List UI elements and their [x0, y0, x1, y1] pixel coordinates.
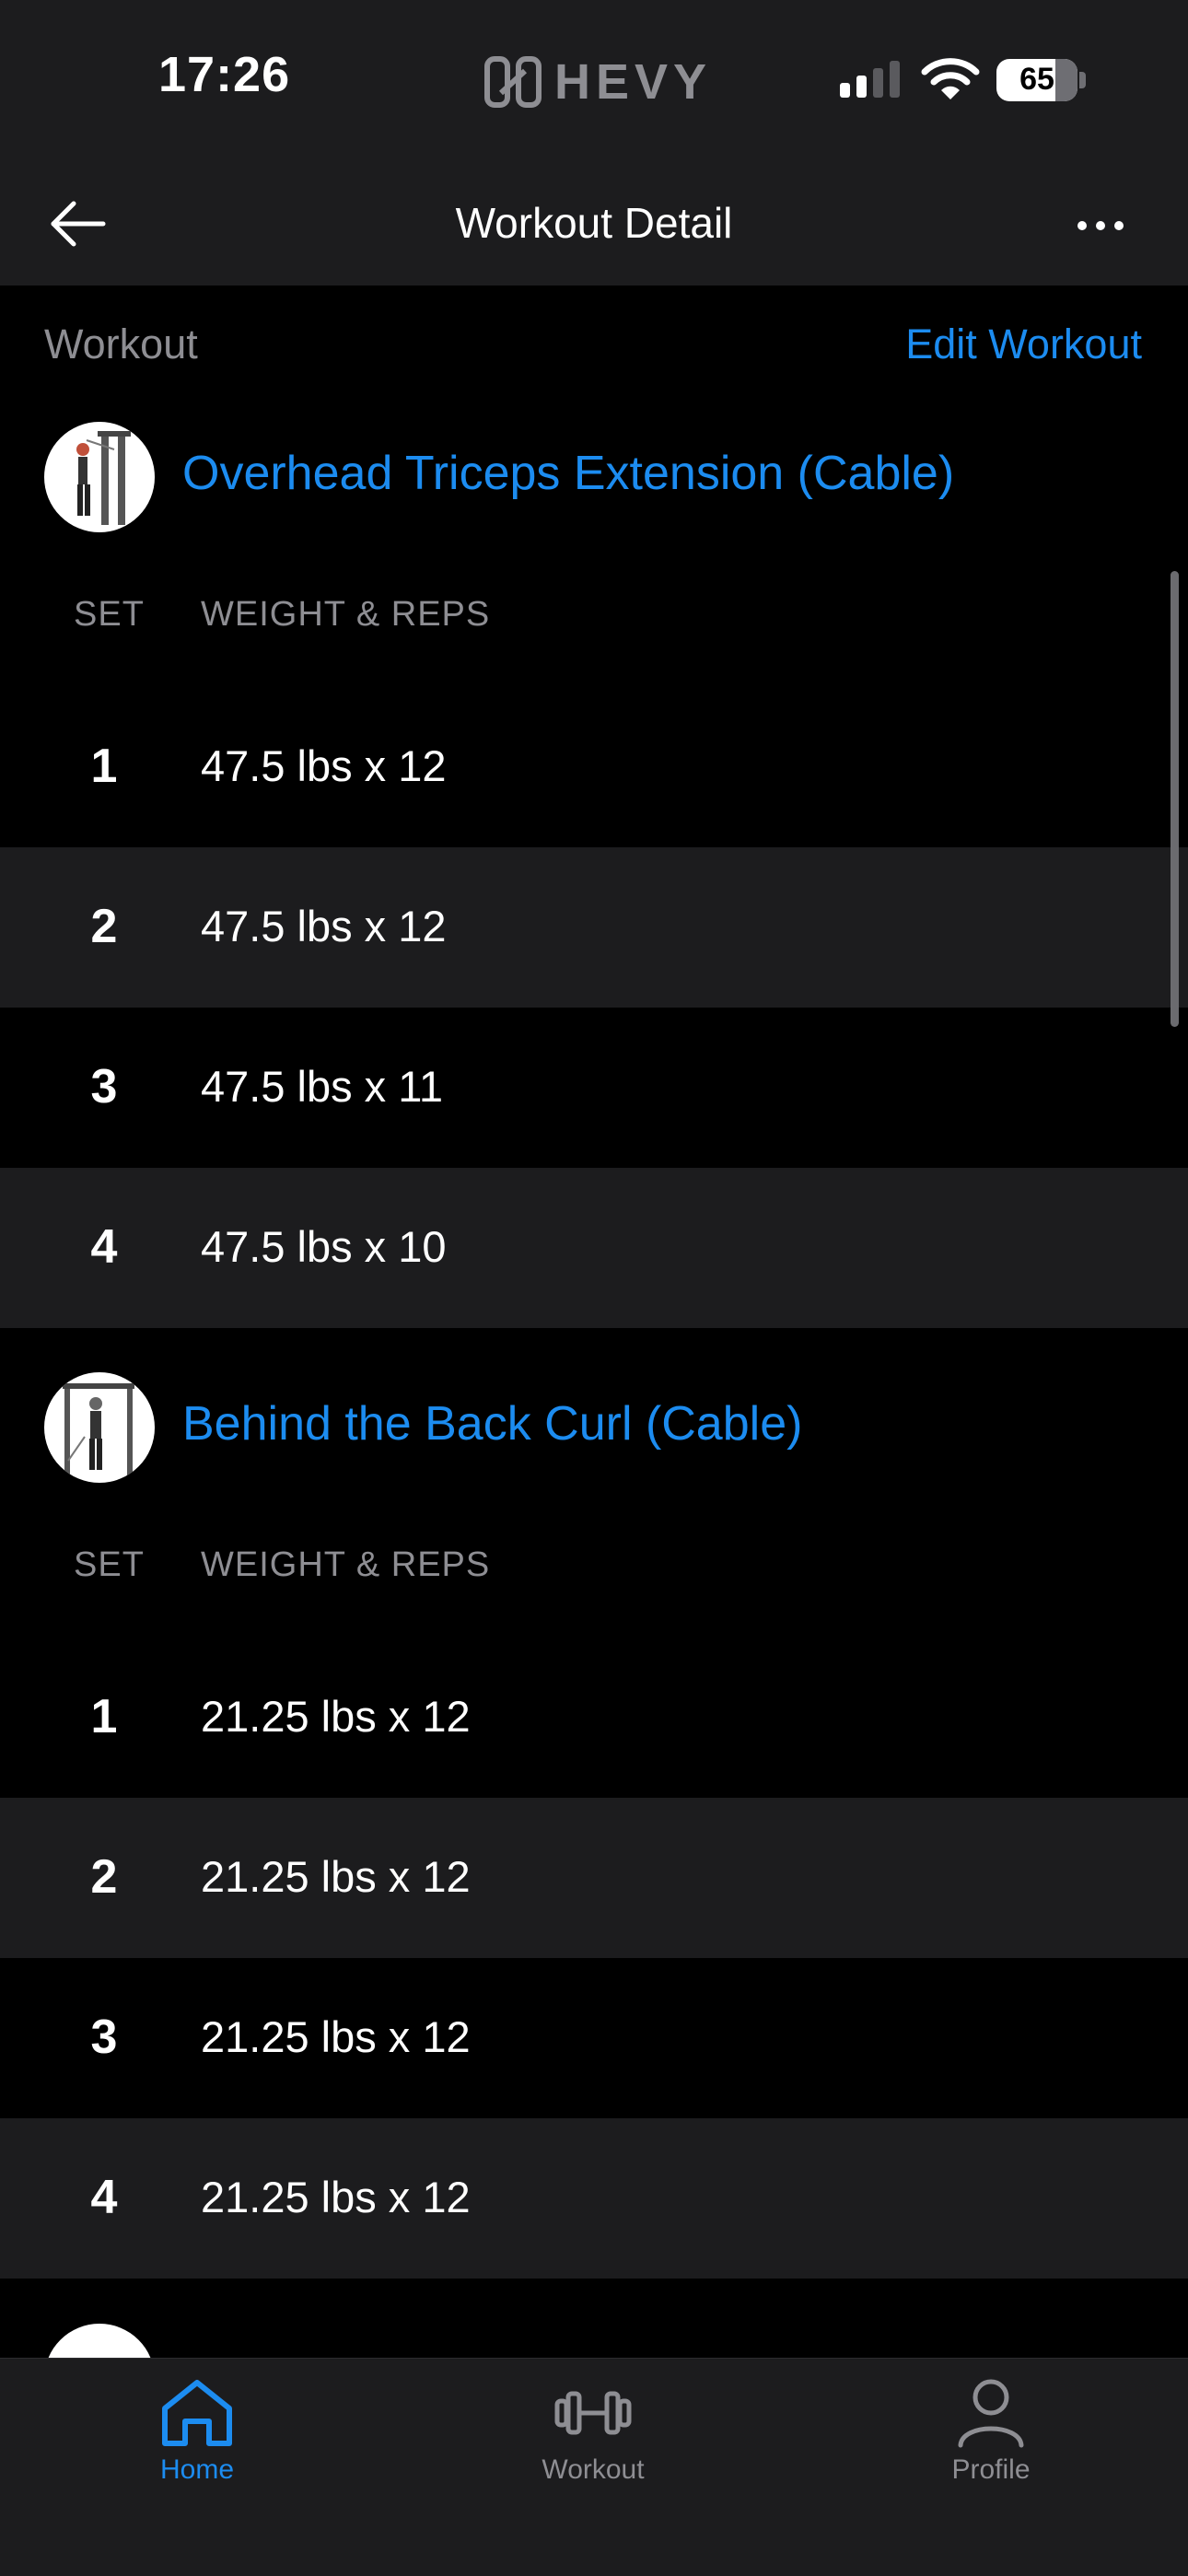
- set-table-header: SET WEIGHT & REPS: [0, 578, 1188, 652]
- set-number: 3: [90, 1060, 118, 1113]
- set-row: 1 21.25 lbs x 12: [0, 1638, 1188, 1798]
- battery-cap: [1079, 72, 1086, 88]
- hevy-logo: HEVY: [484, 53, 712, 111]
- set-row: 4 21.25 lbs x 12: [0, 2118, 1188, 2279]
- set-number: 4: [90, 2171, 118, 2224]
- column-header-set: SET: [74, 1545, 145, 1584]
- nav-bar: Workout Detail: [0, 161, 1188, 286]
- set-number: 1: [90, 1690, 118, 1743]
- set-weight-reps: 47.5 lbs x 12: [201, 741, 447, 790]
- ellipsis-icon[interactable]: [1077, 207, 1142, 244]
- profile-icon: [958, 2379, 1024, 2448]
- set-weight-reps: 47.5 lbs x 10: [201, 1222, 447, 1271]
- exercise-thumbnail: [44, 2324, 155, 2358]
- exercise-name[interactable]: Behind the Back Curl (Cable): [182, 1396, 802, 1451]
- set-row: 4 47.5 lbs x 10: [0, 1168, 1188, 1328]
- column-header-set: SET: [74, 595, 145, 634]
- tab-profile[interactable]: Profile: [853, 2375, 1129, 2523]
- set-row: 3 47.5 lbs x 11: [0, 1008, 1188, 1168]
- battery-level: 65: [1019, 62, 1054, 97]
- set-row: 3 21.25 lbs x 12: [0, 1958, 1188, 2118]
- set-weight-reps: 21.25 lbs x 12: [201, 1692, 471, 1741]
- hevy-logo-icon: [484, 56, 542, 108]
- tab-label: Home: [159, 2454, 235, 2485]
- set-row: 2 21.25 lbs x 12: [0, 1798, 1188, 1958]
- status-bar: 17:26 HEVY 65: [0, 0, 1188, 161]
- exercise-thumbnail: [44, 422, 155, 532]
- status-time: 17:26: [158, 47, 291, 102]
- section-label: Workout: [44, 321, 198, 367]
- exercise-header[interactable]: Behind the Back Curl (Cable): [0, 1369, 1188, 1488]
- tab-bar: Home Workout Profile: [0, 2358, 1188, 2576]
- set-row: 1 47.5 lbs x 12: [0, 687, 1188, 847]
- wifi-icon: [921, 58, 980, 99]
- tab-label: Workout: [542, 2454, 645, 2485]
- set-number: 4: [90, 1220, 118, 1274]
- cellular-signal-icon: [840, 61, 900, 98]
- tab-workout[interactable]: Workout: [455, 2375, 731, 2523]
- set-weight-reps: 21.25 lbs x 12: [201, 2012, 471, 2061]
- set-weight-reps: 21.25 lbs x 12: [201, 2173, 471, 2221]
- exercise-header[interactable]: Overhead Triceps Extension (Cable): [0, 418, 1188, 538]
- set-weight-reps: 21.25 lbs x 12: [201, 1852, 471, 1901]
- set-number: 2: [90, 1850, 118, 1904]
- set-number: 3: [90, 2011, 118, 2064]
- cable-machine-icon: [76, 431, 131, 525]
- home-icon: [162, 2380, 232, 2446]
- set-weight-reps: 47.5 lbs x 12: [201, 902, 447, 950]
- exercise-thumbnail: [44, 1372, 155, 1483]
- dumbbell-icon: [554, 2391, 632, 2435]
- scrollbar[interactable]: [1171, 571, 1179, 1027]
- cable-machine-icon: [63, 1383, 134, 1475]
- set-weight-reps: 47.5 lbs x 11: [201, 1062, 444, 1111]
- battery-icon: 65: [996, 59, 1077, 101]
- set-table-header: SET WEIGHT & REPS: [0, 1529, 1188, 1603]
- set-row: 2 47.5 lbs x 12: [0, 847, 1188, 1008]
- column-header-weight-reps: WEIGHT & REPS: [201, 1545, 491, 1584]
- tab-label: Profile: [951, 2454, 1031, 2485]
- workout-detail-content[interactable]: Workout Edit Workout Overhead Triceps Ex…: [0, 286, 1188, 2358]
- exercise-name[interactable]: Overhead Triceps Extension (Cable): [182, 446, 954, 501]
- edit-workout-button[interactable]: Edit Workout: [905, 321, 1142, 368]
- set-number: 1: [90, 740, 118, 793]
- tab-home[interactable]: Home: [59, 2375, 335, 2523]
- set-number: 2: [90, 900, 118, 953]
- hevy-logo-text: HEVY: [554, 54, 713, 110]
- column-header-weight-reps: WEIGHT & REPS: [201, 595, 491, 634]
- page-title: Workout Detail: [455, 199, 733, 247]
